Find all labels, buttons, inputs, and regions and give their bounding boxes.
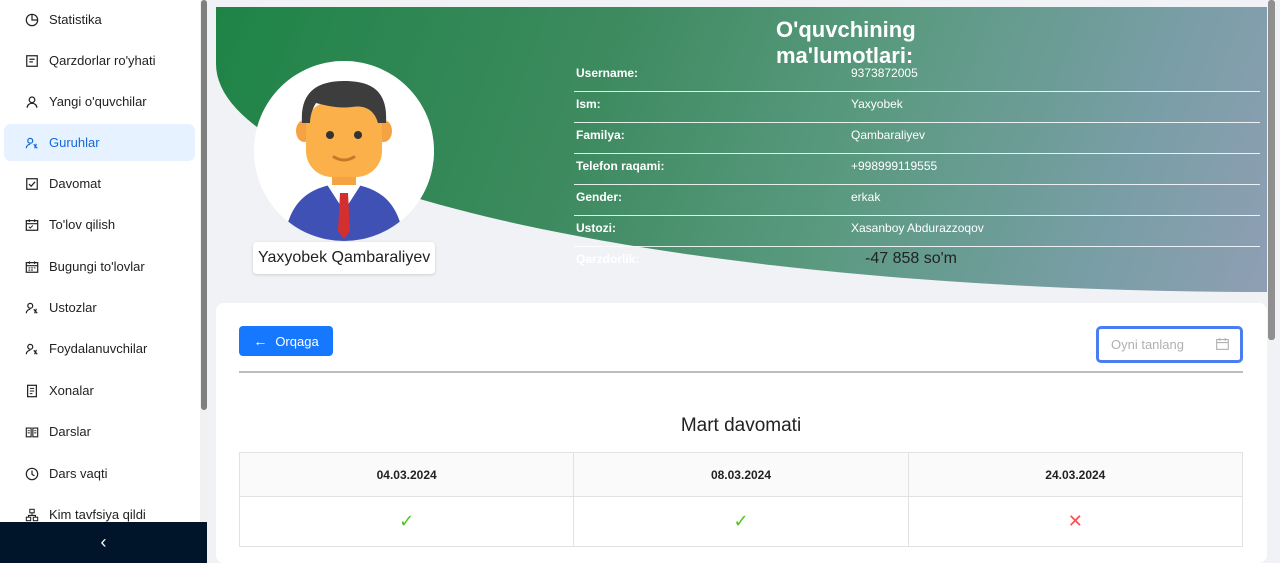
sidebar-collapse-button[interactable]: ‹ [0,522,207,563]
schedule-icon [25,218,39,232]
info-label: Familya: [576,128,625,142]
info-row-qarzdorlik: Qarzdorlik: -47 858 so'm [574,247,1260,278]
close-icon: ✕ [907,496,1244,547]
info-value: 9373872005 [851,66,918,80]
info-label: Gender: [576,190,623,204]
cluster-icon [25,508,39,522]
sidebar-item-label: Dars vaqti [49,466,108,481]
sidebar-item-label: Davomat [49,176,102,191]
calendar-icon [25,260,39,274]
info-row-ism: Ism: Yaxyobek [574,92,1260,123]
sidebar-item-label: Guruhlar [49,135,100,150]
team-icon [25,301,39,315]
user-icon [25,95,39,109]
info-value: erkak [851,190,881,204]
attendance-month-title: Mart davomati [680,415,802,436]
sidebar-item-yangi-oquvchilar[interactable]: Yangi o'quvchilar [4,83,195,120]
file-icon [25,384,39,398]
sidebar: Statistika Qarzdorlar ro'yhati Yangi o'q… [0,0,207,563]
info-label: Ism: [576,97,601,111]
read-icon [25,425,39,439]
check-icon: ✓ [573,496,909,547]
clock-icon [25,467,39,481]
sidebar-item-statistika[interactable]: Statistika [4,1,195,38]
info-row-username: Username: 9373872005 [574,61,1260,92]
sidebar-item-foydalanuvchilar[interactable]: Foydalanuvchilar [4,330,195,367]
info-row-ustozi: Ustozi: Xasanboy Abdurazzoqov [574,216,1260,247]
sidebar-item-guruhlar[interactable]: Guruhlar [4,124,195,161]
arrow-left-icon: ← [253,333,268,349]
info-label: Telefon raqami: [576,159,665,173]
page-scrollbar[interactable] [1268,0,1275,340]
account-book-icon [25,54,39,68]
back-button-label: Orqaga [275,333,319,349]
table-header-row: 04.03.2024 08.03.2024 24.03.2024 [238,452,1244,497]
info-value: Xasanboy Abdurazzoqov [851,221,984,235]
attendance-card: ← Orqaga Oyni tanlang Mart davomati 04.0… [216,303,1267,563]
table-row: ✓ ✓ ✕ [238,496,1244,547]
sidebar-item-bugungi-tolovlar[interactable]: Bugungi to'lovlar [4,248,195,285]
month-picker-placeholder: Oyni tanlang [1111,337,1184,352]
date-header: 08.03.2024 [573,452,909,497]
sidebar-item-ustozlar[interactable]: Ustozlar [4,289,195,326]
chevron-left-icon: ‹ [100,532,107,552]
sidebar-item-label: Darslar [49,424,91,439]
info-value: Yaxyobek [851,97,903,111]
date-header: 24.03.2024 [907,452,1244,497]
sidebar-item-qarzdorlar[interactable]: Qarzdorlar ro'yhati [4,42,195,79]
main-content: O'quvchining ma'lumotlari: Yaxyobek Qamb… [216,7,1267,563]
info-row-telefon: Telefon raqami: +998999119555 [574,154,1260,185]
sidebar-item-tolov-qilish[interactable]: To'lov qilish [4,206,195,243]
sidebar-item-label: Qarzdorlar ro'yhati [49,53,156,68]
debt-value: -47 858 so'm [865,250,957,267]
info-row-gender: Gender: erkak [574,185,1260,216]
info-label: Username: [576,66,639,80]
student-name-tag: Yaxyobek Qambaraliyev [253,242,436,274]
calendar-icon [1216,338,1229,350]
sidebar-item-label: Xonalar [49,383,94,398]
profile-banner: O'quvchining ma'lumotlari: Yaxyobek Qamb… [216,7,1267,292]
date-header: 04.03.2024 [238,452,575,497]
pie-chart-icon [25,13,39,27]
team-icon [25,136,39,150]
divider [239,371,1243,373]
check-square-icon [25,177,39,191]
team-icon [25,342,39,356]
sidebar-item-label: Yangi o'quvchilar [49,94,147,109]
sidebar-item-label: To'lov qilish [49,217,116,232]
sidebar-item-xonalar[interactable]: Xonalar [4,372,195,409]
sidebar-item-label: Ustozlar [49,300,97,315]
sidebar-item-davomat[interactable]: Davomat [4,165,195,202]
sidebar-item-label: Kim tavfsiya qildi [49,507,146,522]
info-value: +998999119555 [851,159,938,173]
sidebar-item-darslar[interactable]: Darslar [4,413,195,450]
back-button[interactable]: ← Orqaga [239,326,333,356]
sidebar-item-label: Statistika [49,12,102,27]
sidebar-item-label: Foydalanuvchilar [49,341,148,356]
attendance-table: 04.03.2024 08.03.2024 24.03.2024 ✓ ✓ ✕ [238,452,1244,547]
info-value: Qambaraliyev [851,128,926,142]
check-icon: ✓ [238,496,575,547]
avatar-illustration [254,61,434,241]
sidebar-item-label: Bugungi to'lovlar [49,259,145,274]
info-label: Ustozi: [576,221,616,235]
month-picker[interactable]: Oyni tanlang [1096,326,1243,363]
info-label: Qarzdorlik: [576,252,640,266]
info-row-familya: Familya: Qambaraliyev [574,123,1260,154]
student-info-table: Username: 9373872005 Ism: Yaxyobek Famil… [574,61,1260,278]
sidebar-item-dars-vaqti[interactable]: Dars vaqti [4,455,195,492]
sidebar-scrollbar[interactable] [201,0,207,410]
avatar [254,61,434,241]
